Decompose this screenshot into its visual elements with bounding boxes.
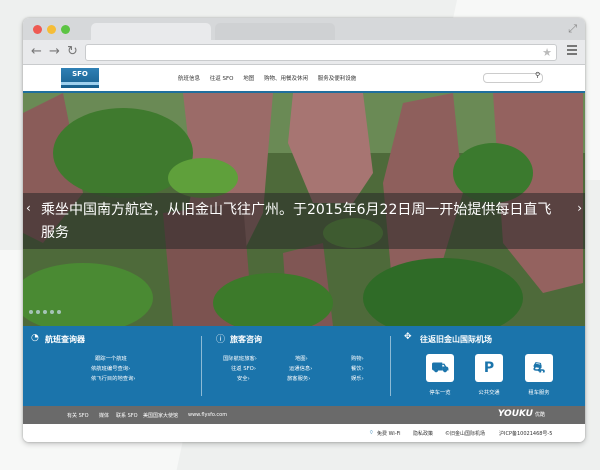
- carousel-prev-button[interactable]: ‹: [26, 201, 31, 215]
- forward-arrow-icon[interactable]: →: [49, 44, 60, 60]
- transport-title: 往返旧金山国际机场: [420, 335, 492, 344]
- international-link[interactable]: 国际航班旅客›: [223, 354, 257, 362]
- reload-icon[interactable]: ↻: [67, 44, 78, 60]
- website: SFO 航班信息 往返 SFO 地图 购物、用餐及休闲 服务及便利设施 ⚲ 乘坐…: [23, 65, 585, 442]
- flight-finder-title: 航班查询器: [45, 335, 85, 344]
- parking-bus-icon[interactable]: P: [475, 354, 503, 382]
- passenger-services-link[interactable]: 旅客服务›: [287, 374, 310, 382]
- browser-toolbar: ← → ↻ ★: [23, 40, 585, 65]
- address-bar[interactable]: ★: [85, 44, 557, 61]
- back-arrow-icon[interactable]: ←: [31, 44, 42, 60]
- free-wifi-link[interactable]: 免费 Wi-Fi: [377, 430, 401, 437]
- shopping-link[interactable]: 购物›: [351, 354, 364, 362]
- logo-text: SFO: [72, 70, 88, 78]
- youku-logo: YOUKU 优酷: [498, 409, 545, 419]
- privacy-link[interactable]: 隐私政策: [413, 430, 433, 437]
- parking-label[interactable]: 停车一览: [420, 388, 460, 396]
- nav-item-services[interactable]: 服务及便利设施: [318, 76, 357, 82]
- info-icon: ⓘ: [216, 335, 226, 345]
- browser-tab-inactive[interactable]: [215, 23, 335, 40]
- footer-media-link[interactable]: 媒体: [99, 412, 109, 419]
- maps-link[interactable]: 地图›: [295, 354, 308, 362]
- panel-divider: [390, 336, 391, 396]
- flight-number-link[interactable]: 依航班编号查询›: [91, 364, 130, 372]
- track-flight-link[interactable]: 跟踪一个航班: [95, 354, 127, 362]
- copyright-text: ©旧金山国际机场: [445, 431, 486, 437]
- flight-icon: ◔: [31, 333, 39, 343]
- parking-cars-icon[interactable]: ⛟: [426, 354, 454, 382]
- visitor-info-title: 旅客咨询: [230, 335, 262, 344]
- browser-titlebar: ⤢: [23, 18, 585, 40]
- minimize-window-button[interactable]: [47, 25, 56, 34]
- hero-caption: 乘坐中国南方航空，从旧金山飞往广州。于2015年6月22日周一开始提供每日直飞服…: [23, 193, 585, 249]
- hero-banner[interactable]: 乘坐中国南方航空，从旧金山飞往广州。于2015年6月22日周一开始提供每日直飞服…: [23, 93, 585, 326]
- move-arrows-icon: ✥: [404, 332, 412, 342]
- destination-link[interactable]: 依飞行目的地查询›: [91, 374, 136, 382]
- footer-about-link[interactable]: 有关 SFO: [67, 412, 89, 419]
- icp-license-text: 沪ICP备10021468号-5: [499, 431, 553, 437]
- nav-item-flights[interactable]: 航班信息: [178, 76, 200, 82]
- youku-brand: YOUKU: [497, 409, 533, 419]
- hamburger-menu-icon[interactable]: [567, 45, 577, 57]
- security-link[interactable]: 安全›: [237, 374, 250, 382]
- maximize-window-button[interactable]: [61, 25, 70, 34]
- wifi-icon: ⌔: [369, 430, 374, 436]
- footer-contact-link[interactable]: 联系 SFO: [116, 412, 138, 419]
- hero-caption-text: 乘坐中国南方航空，从旧金山飞往广州。于2015年6月22日周一开始提供每日直飞服…: [41, 202, 552, 241]
- browser-tab[interactable]: [91, 23, 211, 40]
- site-header: SFO 航班信息 往返 SFO 地图 购物、用餐及休闲 服务及便利设施 ⚲: [23, 65, 585, 93]
- fullscreen-icon[interactable]: ⤢: [568, 22, 577, 36]
- nav-item-maps[interactable]: 地图: [243, 76, 254, 82]
- site-footer: 有关 SFO 媒体 联系 SFO 美国国家大使馆 www.flysfo.com …: [23, 406, 585, 424]
- info-panels: ◔ 航班查询器 跟踪一个航班 依航班编号查询› 依飞行目的地查询› ⓘ 旅客咨询…: [23, 326, 585, 406]
- public-transit-label[interactable]: 公共交通: [469, 388, 509, 396]
- youku-brand-sub: 优酷: [534, 412, 545, 418]
- rental-car-label[interactable]: 租车服务: [519, 388, 559, 396]
- to-from-sfo-link[interactable]: 往返 SFO›: [231, 364, 256, 372]
- close-window-button[interactable]: [33, 25, 42, 34]
- footer-embassy-link[interactable]: 美国国家大使馆: [143, 412, 178, 419]
- rental-car-icon[interactable]: ⛐: [525, 354, 553, 382]
- site-status-bar: ⌔ 免费 Wi-Fi 隐私政策 ©旧金山国际机场 沪ICP备10021468号-…: [23, 424, 585, 442]
- dining-link[interactable]: 餐饮›: [351, 364, 364, 372]
- star-icon[interactable]: ★: [542, 45, 552, 60]
- carousel-next-button[interactable]: ›: [577, 201, 582, 215]
- top-navigation: 航班信息 往返 SFO 地图 购物、用餐及休闲 服务及便利设施: [178, 74, 364, 82]
- entertainment-link[interactable]: 娱乐›: [351, 374, 364, 382]
- carousel-indicators[interactable]: [29, 299, 64, 318]
- footer-website-link[interactable]: www.flysfo.com: [188, 412, 227, 418]
- magnifier-icon[interactable]: ⚲: [535, 71, 540, 79]
- browser-window: ⤢ ← → ↻ ★ SFO 航班信息 往返 SFO 地图 购物、用餐及休闲 服务…: [23, 18, 585, 442]
- site-search-input[interactable]: [483, 73, 543, 83]
- nav-item-shopping[interactable]: 购物、用餐及休闲: [264, 76, 308, 82]
- sfo-logo[interactable]: SFO: [61, 68, 99, 88]
- panel-divider: [201, 336, 202, 396]
- nav-item-to-from-sfo[interactable]: 往返 SFO: [210, 76, 234, 82]
- transit-info-link[interactable]: 运通信息›: [289, 364, 312, 372]
